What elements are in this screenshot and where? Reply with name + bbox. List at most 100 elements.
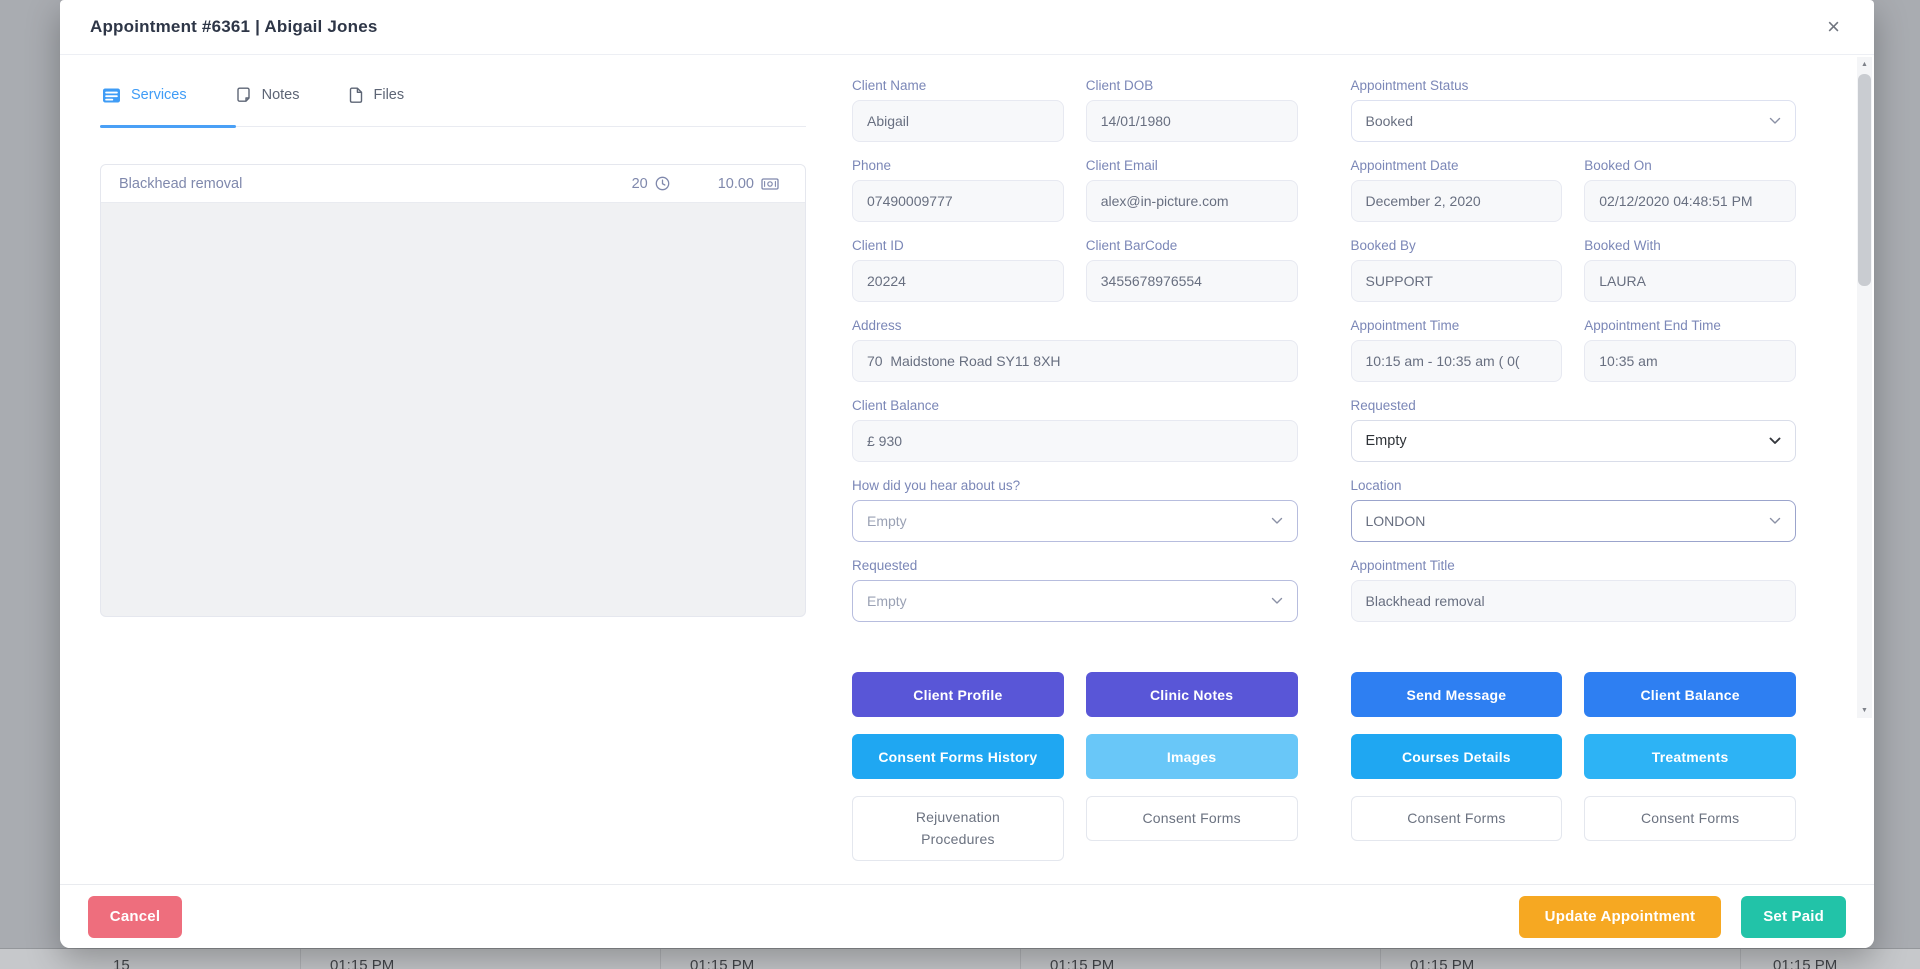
appointment-end-time-input[interactable]: 10:35 am <box>1584 340 1796 382</box>
address-input[interactable]: 70 Maidstone Road SY11 8XH <box>852 340 1298 382</box>
client-dob-field: Client DOB14/01/1980 <box>1086 78 1298 142</box>
field-label: Requested <box>852 558 1298 573</box>
modal-footer: Cancel Update Appointment Set Paid <box>60 884 1874 948</box>
tab-divider <box>100 126 806 127</box>
tab-notes[interactable]: Notes <box>235 87 300 104</box>
field-value: Abigail <box>867 113 909 129</box>
services-panel: Services Notes Files Blackhead removal <box>100 76 806 617</box>
courses-details-button[interactable]: Courses Details <box>1351 734 1563 779</box>
images-button[interactable]: Images <box>1086 734 1298 779</box>
appointment-status-field: Appointment Status Booked <box>1351 78 1797 142</box>
service-price: 10.00 <box>718 176 754 192</box>
note-icon <box>235 87 252 104</box>
field-label: Location <box>1351 478 1797 493</box>
consent-forms-button[interactable]: Consent Forms <box>1584 796 1796 841</box>
clinic-notes-button[interactable]: Clinic Notes <box>1086 672 1298 717</box>
field-value: 3455678976554 <box>1101 273 1202 289</box>
set-paid-button[interactable]: Set Paid <box>1741 896 1846 938</box>
update-appointment-button[interactable]: Update Appointment <box>1519 896 1722 938</box>
scroll-down-icon[interactable]: ▼ <box>1857 703 1872 718</box>
consent-forms-history-button[interactable]: Consent Forms History <box>852 734 1064 779</box>
booked-with-input[interactable]: LAURA <box>1584 260 1796 302</box>
client-email-field: Client Emailalex@in-picture.com <box>1086 158 1298 222</box>
chevron-down-icon <box>1769 437 1781 445</box>
field-label: How did you hear about us? <box>852 478 1298 493</box>
appointment-modal: Appointment #6361 | Abigail Jones × Serv… <box>60 0 1874 948</box>
field-value: SUPPORT <box>1366 273 1433 289</box>
appointment-date-input[interactable]: December 2, 2020 <box>1351 180 1563 222</box>
field-label: Appointment Status <box>1351 78 1797 93</box>
client-profile-button[interactable]: Client Profile <box>852 672 1064 717</box>
appointment-date-field: Appointment Date December 2, 2020 <box>1351 158 1563 222</box>
appointment-end-time-field: Appointment End Time 10:35 am <box>1584 318 1796 382</box>
rejuvenation-procedures-button[interactable]: Rejuvenation Procedures <box>852 796 1064 861</box>
scrollbar-thumb[interactable] <box>1858 74 1871 286</box>
close-icon[interactable]: × <box>1823 16 1844 38</box>
services-icon <box>102 87 121 104</box>
consent-forms-button[interactable]: Consent Forms <box>1351 796 1563 841</box>
appointment-time-input[interactable]: 10:15 am - 10:35 am ( 0( <box>1351 340 1563 382</box>
client-id-input[interactable]: 20224 <box>852 260 1064 302</box>
action-buttons: Client Profile Clinic Notes Send Message Cl… <box>852 672 1796 861</box>
scrollbar[interactable]: ▲ ▼ <box>1857 57 1872 718</box>
services-list: Blackhead removal 20 10.00 <box>100 164 806 617</box>
tab-label: Services <box>131 87 187 103</box>
appointment-time-field: Appointment Time10:15 am - 10:35 am ( 0( <box>1351 318 1563 382</box>
field-value: LAURA <box>1599 273 1646 289</box>
chevron-down-icon <box>1769 117 1781 125</box>
field-label: Client Balance <box>852 398 1298 413</box>
tab-label: Notes <box>262 87 300 103</box>
field-value: December 2, 2020 <box>1366 193 1481 209</box>
treatments-button[interactable]: Treatments <box>1584 734 1796 779</box>
location-field: Location LONDON <box>1351 478 1797 542</box>
field-value: Empty <box>867 513 907 529</box>
field-label: Appointment Date <box>1351 158 1563 173</box>
client-barcode-input[interactable]: 3455678976554 <box>1086 260 1298 302</box>
service-row[interactable]: Blackhead removal 20 10.00 <box>101 165 805 203</box>
client-id-field: Client ID20224 <box>852 238 1064 302</box>
send-message-button[interactable]: Send Message <box>1351 672 1563 717</box>
field-label: Client BarCode <box>1086 238 1298 253</box>
requested-select[interactable]: Empty <box>1351 420 1797 462</box>
client-name-field: Client Name Abigail <box>852 78 1064 142</box>
background-time-label: 15 <box>113 957 130 969</box>
field-value: 20224 <box>867 273 906 289</box>
appointment-status-select[interactable]: Booked <box>1351 100 1797 142</box>
client-email-input[interactable]: alex@in-picture.com <box>1086 180 1298 222</box>
booked-by-input[interactable]: SUPPORT <box>1351 260 1563 302</box>
background-time-label: 01:15 PM <box>1050 957 1114 969</box>
field-value: 70 Maidstone Road SY11 8XH <box>867 353 1061 369</box>
tab-bar: Services Notes Files <box>100 76 806 114</box>
how-did-you-hear-about-us-select[interactable]: Empty <box>852 500 1298 542</box>
tab-services[interactable]: Services <box>102 87 187 104</box>
field-label: Client Name <box>852 78 1064 93</box>
background-grid-line <box>1380 949 1381 969</box>
phone-input[interactable]: 07490009777 <box>852 180 1064 222</box>
scroll-up-icon[interactable]: ▲ <box>1857 57 1872 72</box>
field-value: LONDON <box>1366 513 1426 529</box>
client-balance-button[interactable]: Client Balance <box>1584 672 1796 717</box>
appointment-title-input[interactable]: Blackhead removal <box>1351 580 1797 622</box>
files-icon <box>348 87 364 104</box>
modal-title: Appointment #6361 | Abigail Jones <box>90 17 378 37</box>
active-tab-indicator <box>100 125 236 128</box>
appointment-title-field: Appointment TitleBlackhead removal <box>1351 558 1797 622</box>
requested-select[interactable]: Empty <box>852 580 1298 622</box>
requested-field: RequestedEmpty <box>1351 398 1797 462</box>
background-time-label: 01:15 PM <box>690 957 754 969</box>
client-dob-input[interactable]: 14/01/1980 <box>1086 100 1298 142</box>
clock-icon <box>655 176 670 191</box>
booked-on-input[interactable]: 02/12/2020 04:48:51 PM <box>1584 180 1796 222</box>
field-value: Blackhead removal <box>1366 593 1485 609</box>
consent-forms-button[interactable]: Consent Forms <box>1086 796 1298 841</box>
client-name-input[interactable]: Abigail <box>852 100 1064 142</box>
field-value: Empty <box>867 593 907 609</box>
location-select[interactable]: LONDON <box>1351 500 1797 542</box>
tab-files[interactable]: Files <box>348 87 405 104</box>
field-label: Appointment End Time <box>1584 318 1796 333</box>
money-icon <box>761 177 779 191</box>
client-balance-input[interactable]: £ 930 <box>852 420 1298 462</box>
address-field: Address70 Maidstone Road SY11 8XH <box>852 318 1298 382</box>
chevron-down-icon <box>1271 517 1283 525</box>
cancel-button[interactable]: Cancel <box>88 896 182 938</box>
